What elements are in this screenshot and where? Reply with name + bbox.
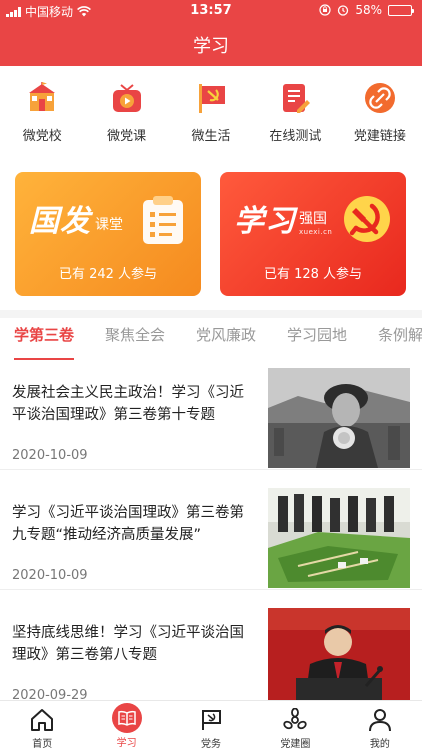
circle-icon	[280, 706, 310, 734]
article-item[interactable]: 学习《习近平谈治国理政》第三卷第九专题“推动经济高质量发展” 2020-10-0…	[0, 480, 422, 590]
quick-link-online-test[interactable]: 在线测试	[253, 66, 337, 160]
category-tabs: 学第三卷 聚焦全会 党风廉政 学习园地 条例解读	[0, 318, 422, 360]
quick-link-party-links[interactable]: 党建链接	[338, 66, 422, 160]
nav-me[interactable]: 我的	[338, 701, 422, 750]
nav-party-circle[interactable]: 党建圈	[253, 701, 337, 750]
nav-label: 学习	[116, 738, 137, 749]
nav-label: 首页	[32, 739, 53, 750]
online-test-icon	[277, 80, 313, 116]
card-brand: 国发 课堂	[29, 192, 123, 240]
article-thumbnail	[268, 368, 410, 468]
orientation-lock-icon	[319, 4, 331, 16]
card-brand-side: 强国 xuexi.cn	[299, 208, 332, 236]
party-school-icon	[24, 80, 60, 116]
card-brand-title: 国发	[29, 204, 91, 239]
banner-cards: 国发 课堂 已有 242 人参与 学习 强国 xuexi.cn 已有 128 人…	[0, 160, 422, 310]
quick-link-label: 党建链接	[353, 129, 406, 144]
hammer-sickle-icon	[344, 196, 390, 242]
nav-home[interactable]: 首页	[0, 701, 84, 750]
card-xuexi-qiangguo[interactable]: 学习 强国 xuexi.cn 已有 128 人参与	[220, 172, 406, 296]
status-bar: 中国移动 13:57 58%	[0, 0, 422, 22]
article-title: 学习《习近平谈治国理政》第三卷第九专题“推动经济高质量发展”	[12, 505, 244, 543]
status-right: 58%	[319, 3, 414, 17]
flag-icon	[196, 706, 226, 734]
card-brand-subtitle: 课堂	[95, 217, 123, 233]
page-title: 学习	[193, 36, 229, 57]
tab-item[interactable]: 学第三卷	[14, 324, 75, 360]
book-icon	[111, 703, 142, 733]
article-thumbnail	[268, 608, 410, 700]
nav-party-affairs[interactable]: 党务	[169, 701, 253, 750]
bottom-nav: 首页 学习 党务 党建圈 我的	[0, 700, 422, 750]
quick-link-label: 在线测试	[269, 129, 322, 144]
article-thumbnail	[268, 488, 410, 588]
party-flag-icon	[193, 80, 229, 116]
article-date: 2020-09-29	[12, 688, 88, 700]
article-title: 发展社会主义民主政治！学习《习近平谈治国理政》第三卷第十专题	[12, 385, 244, 423]
card-brand-title: 学习	[234, 204, 296, 239]
nav-label: 我的	[369, 739, 390, 750]
quick-links: 微党校 微党课 微生活 在线测试 党建链接	[0, 66, 422, 160]
card-brand-subtitle: 强国	[299, 211, 327, 227]
tab-item[interactable]: 党风廉政	[196, 324, 256, 354]
card-participants: 已有 242 人参与	[58, 267, 158, 282]
quick-link-label: 微党校	[22, 129, 62, 144]
alarm-icon	[338, 5, 349, 16]
card-participants: 已有 128 人参与	[263, 267, 363, 282]
card-brand-domain: xuexi.cn	[299, 228, 333, 236]
nav-study[interactable]: 学习	[84, 701, 168, 750]
article-item[interactable]: 坚持底线思维！学习《习近平谈治国理政》第三卷第八专题 2020-09-29	[0, 600, 422, 700]
checklist-board-icon	[143, 196, 183, 244]
article-list: 发展社会主义民主政治！学习《习近平谈治国理政》第三卷第十专题 2020-10-0…	[0, 360, 422, 700]
app-header: 中国移动 13:57 58% 学习	[0, 0, 422, 66]
user-icon	[365, 706, 395, 734]
quick-link-label: 微生活	[191, 129, 231, 144]
link-icon	[362, 80, 398, 116]
tab-item[interactable]: 条例解读	[378, 324, 422, 354]
video-lesson-icon	[109, 80, 145, 116]
quick-link-video-lesson[interactable]: 微党课	[84, 66, 168, 160]
battery-percent: 58%	[355, 3, 382, 17]
card-brand: 学习 强国 xuexi.cn	[234, 192, 332, 240]
quick-link-life[interactable]: 微生活	[169, 66, 253, 160]
quick-link-party-school[interactable]: 微党校	[0, 66, 84, 160]
card-guofa-classroom[interactable]: 国发 课堂 已有 242 人参与	[15, 172, 201, 296]
tab-item[interactable]: 聚焦全会	[105, 324, 165, 354]
nav-label: 党建圈	[280, 739, 311, 750]
battery-icon	[388, 4, 414, 16]
article-date: 2020-10-09	[12, 568, 88, 583]
home-icon	[27, 706, 57, 734]
quick-link-label: 微党课	[107, 129, 147, 144]
tab-item[interactable]: 学习园地	[287, 324, 347, 354]
nav-label: 党务	[201, 739, 222, 750]
article-date: 2020-10-09	[12, 448, 88, 463]
article-title: 坚持底线思维！学习《习近平谈治国理政》第三卷第八专题	[12, 625, 244, 663]
article-item[interactable]: 发展社会主义民主政治！学习《习近平谈治国理政》第三卷第十专题 2020-10-0…	[0, 360, 422, 470]
